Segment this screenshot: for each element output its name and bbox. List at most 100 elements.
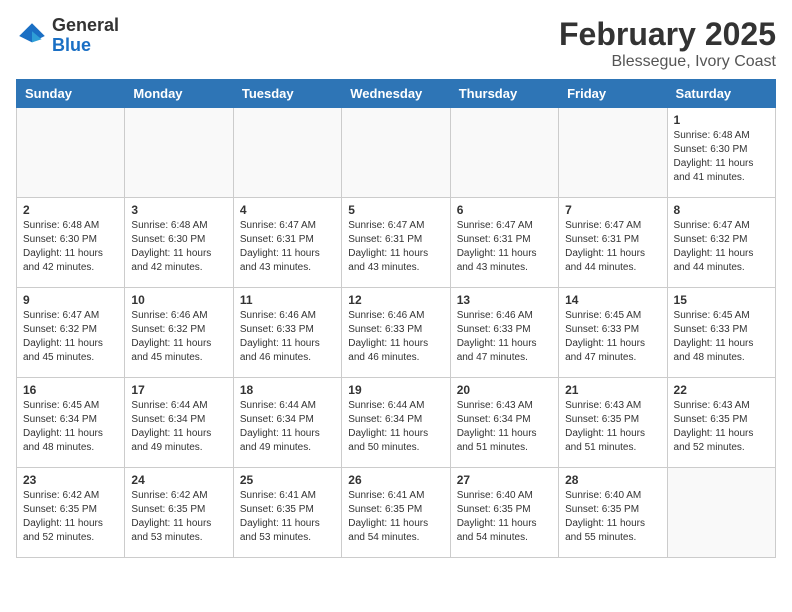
location-title: Blessegue, Ivory Coast	[559, 53, 776, 71]
calendar-cell: 9 Sunrise: 6:47 AM Sunset: 6:32 PM Daylig…	[17, 288, 125, 378]
day-number: 12	[348, 293, 443, 307]
day-number: 7	[565, 203, 660, 217]
calendar-cell	[233, 108, 341, 198]
day-info: Sunrise: 6:47 AM Sunset: 6:31 PM Dayligh…	[240, 219, 335, 275]
day-info: Sunrise: 6:46 AM Sunset: 6:33 PM Dayligh…	[457, 309, 552, 365]
calendar-cell: 12 Sunrise: 6:46 AM Sunset: 6:33 PM Dayli…	[342, 288, 450, 378]
day-info: Sunrise: 6:48 AM Sunset: 6:30 PM Dayligh…	[23, 219, 118, 275]
calendar-cell: 1Sunrise: 6:48 AM Sunset: 6:30 PM Daylig…	[667, 108, 775, 198]
calendar-cell: 19 Sunrise: 6:44 AM Sunset: 6:34 PM Dayli…	[342, 378, 450, 468]
day-number: 21	[565, 383, 660, 397]
week-row-3: 9 Sunrise: 6:47 AM Sunset: 6:32 PM Daylig…	[17, 288, 776, 378]
logo-icon	[16, 20, 48, 52]
calendar-cell: 22 Sunrise: 6:43 AM Sunset: 6:35 PM Dayli…	[667, 378, 775, 468]
calendar-header-friday: Friday	[559, 80, 667, 108]
calendar-header-tuesday: Tuesday	[233, 80, 341, 108]
day-number: 22	[674, 383, 769, 397]
day-number: 24	[131, 473, 226, 487]
day-info: Sunrise: 6:42 AM Sunset: 6:35 PM Dayligh…	[23, 489, 118, 545]
calendar-cell: 18Sunrise: 6:44 AM Sunset: 6:34 PM Dayli…	[233, 378, 341, 468]
calendar-cell: 14 Sunrise: 6:45 AM Sunset: 6:33 PM Dayli…	[559, 288, 667, 378]
day-number: 16	[23, 383, 118, 397]
calendar-cell: 16 Sunrise: 6:45 AM Sunset: 6:34 PM Dayli…	[17, 378, 125, 468]
calendar-cell: 24 Sunrise: 6:42 AM Sunset: 6:35 PM Dayli…	[125, 468, 233, 558]
calendar-cell: 10 Sunrise: 6:46 AM Sunset: 6:32 PM Dayli…	[125, 288, 233, 378]
calendar-cell: 23 Sunrise: 6:42 AM Sunset: 6:35 PM Dayli…	[17, 468, 125, 558]
day-number: 19	[348, 383, 443, 397]
day-number: 18	[240, 383, 335, 397]
calendar-cell	[17, 108, 125, 198]
logo-general-text: General	[52, 15, 119, 35]
day-number: 3	[131, 203, 226, 217]
logo-blue-text: Blue	[52, 35, 91, 55]
calendar-cell: 17 Sunrise: 6:44 AM Sunset: 6:34 PM Dayli…	[125, 378, 233, 468]
calendar-cell: 7 Sunrise: 6:47 AM Sunset: 6:31 PM Daylig…	[559, 198, 667, 288]
day-number: 11	[240, 293, 335, 307]
week-row-2: 2 Sunrise: 6:48 AM Sunset: 6:30 PM Daylig…	[17, 198, 776, 288]
day-info: Sunrise: 6:45 AM Sunset: 6:34 PM Dayligh…	[23, 399, 118, 455]
day-number: 20	[457, 383, 552, 397]
day-info: Sunrise: 6:47 AM Sunset: 6:31 PM Dayligh…	[457, 219, 552, 275]
day-number: 4	[240, 203, 335, 217]
day-number: 26	[348, 473, 443, 487]
day-number: 10	[131, 293, 226, 307]
calendar-cell	[342, 108, 450, 198]
calendar-header-wednesday: Wednesday	[342, 80, 450, 108]
calendar-cell: 8Sunrise: 6:47 AM Sunset: 6:32 PM Daylig…	[667, 198, 775, 288]
day-info: Sunrise: 6:47 AM Sunset: 6:32 PM Dayligh…	[23, 309, 118, 365]
day-info: Sunrise: 6:44 AM Sunset: 6:34 PM Dayligh…	[348, 399, 443, 455]
calendar-cell: 15 Sunrise: 6:45 AM Sunset: 6:33 PM Dayli…	[667, 288, 775, 378]
day-info: Sunrise: 6:44 AM Sunset: 6:34 PM Dayligh…	[131, 399, 226, 455]
day-number: 28	[565, 473, 660, 487]
day-number: 2	[23, 203, 118, 217]
calendar-cell: 6 Sunrise: 6:47 AM Sunset: 6:31 PM Daylig…	[450, 198, 558, 288]
day-number: 25	[240, 473, 335, 487]
day-info: Sunrise: 6:43 AM Sunset: 6:34 PM Dayligh…	[457, 399, 552, 455]
day-number: 17	[131, 383, 226, 397]
calendar-cell: 3 Sunrise: 6:48 AM Sunset: 6:30 PM Daylig…	[125, 198, 233, 288]
calendar-cell: 4 Sunrise: 6:47 AM Sunset: 6:31 PM Daylig…	[233, 198, 341, 288]
calendar-header-monday: Monday	[125, 80, 233, 108]
calendar-cell: 5Sunrise: 6:47 AM Sunset: 6:31 PM Daylig…	[342, 198, 450, 288]
day-number: 6	[457, 203, 552, 217]
calendar-cell	[450, 108, 558, 198]
day-info: Sunrise: 6:41 AM Sunset: 6:35 PM Dayligh…	[348, 489, 443, 545]
day-info: Sunrise: 6:45 AM Sunset: 6:33 PM Dayligh…	[565, 309, 660, 365]
day-info: Sunrise: 6:43 AM Sunset: 6:35 PM Dayligh…	[565, 399, 660, 455]
day-info: Sunrise: 6:46 AM Sunset: 6:32 PM Dayligh…	[131, 309, 226, 365]
week-row-1: 1Sunrise: 6:48 AM Sunset: 6:30 PM Daylig…	[17, 108, 776, 198]
logo: General Blue	[16, 16, 119, 56]
calendar-cell	[125, 108, 233, 198]
calendar-cell: 21 Sunrise: 6:43 AM Sunset: 6:35 PM Dayli…	[559, 378, 667, 468]
calendar-header-thursday: Thursday	[450, 80, 558, 108]
day-info: Sunrise: 6:40 AM Sunset: 6:35 PM Dayligh…	[457, 489, 552, 545]
day-info: Sunrise: 6:46 AM Sunset: 6:33 PM Dayligh…	[240, 309, 335, 365]
calendar-cell	[667, 468, 775, 558]
day-number: 13	[457, 293, 552, 307]
week-row-4: 16 Sunrise: 6:45 AM Sunset: 6:34 PM Dayli…	[17, 378, 776, 468]
calendar-header-row: SundayMondayTuesdayWednesdayThursdayFrid…	[17, 80, 776, 108]
day-number: 8	[674, 203, 769, 217]
page-header: General Blue February 2025 Blessegue, Iv…	[16, 16, 776, 71]
week-row-5: 23 Sunrise: 6:42 AM Sunset: 6:35 PM Dayli…	[17, 468, 776, 558]
day-info: Sunrise: 6:40 AM Sunset: 6:35 PM Dayligh…	[565, 489, 660, 545]
day-info: Sunrise: 6:45 AM Sunset: 6:33 PM Dayligh…	[674, 309, 769, 365]
day-info: Sunrise: 6:43 AM Sunset: 6:35 PM Dayligh…	[674, 399, 769, 455]
day-info: Sunrise: 6:47 AM Sunset: 6:31 PM Dayligh…	[565, 219, 660, 275]
day-info: Sunrise: 6:48 AM Sunset: 6:30 PM Dayligh…	[131, 219, 226, 275]
calendar-cell: 20 Sunrise: 6:43 AM Sunset: 6:34 PM Dayli…	[450, 378, 558, 468]
day-number: 15	[674, 293, 769, 307]
day-number: 9	[23, 293, 118, 307]
day-number: 23	[23, 473, 118, 487]
title-block: February 2025 Blessegue, Ivory Coast	[559, 16, 776, 71]
calendar-header-saturday: Saturday	[667, 80, 775, 108]
day-info: Sunrise: 6:41 AM Sunset: 6:35 PM Dayligh…	[240, 489, 335, 545]
calendar-header-sunday: Sunday	[17, 80, 125, 108]
day-info: Sunrise: 6:46 AM Sunset: 6:33 PM Dayligh…	[348, 309, 443, 365]
calendar-cell	[559, 108, 667, 198]
day-number: 1	[674, 113, 769, 127]
day-info: Sunrise: 6:42 AM Sunset: 6:35 PM Dayligh…	[131, 489, 226, 545]
day-number: 14	[565, 293, 660, 307]
calendar-cell: 28 Sunrise: 6:40 AM Sunset: 6:35 PM Dayli…	[559, 468, 667, 558]
calendar-cell: 25 Sunrise: 6:41 AM Sunset: 6:35 PM Dayli…	[233, 468, 341, 558]
